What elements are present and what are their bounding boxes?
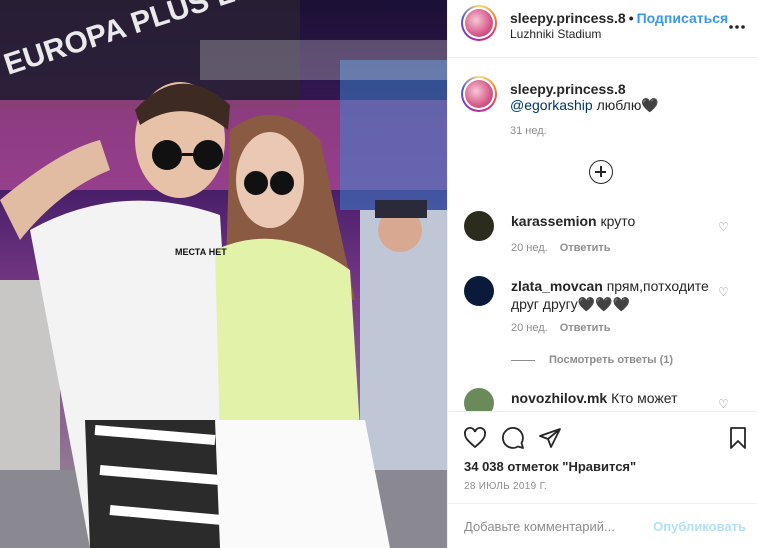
view-replies-label: Посмотреть ответы (1) xyxy=(549,354,674,366)
comment-body: zlata_movcan прям,потходите друг другу🖤🖤… xyxy=(511,277,716,313)
replies-divider xyxy=(511,359,535,361)
shirt-print: МЕСТА НЕТ xyxy=(175,247,227,257)
comment-body: karassemion круто xyxy=(511,212,716,230)
reply-button[interactable]: Ответить xyxy=(560,242,611,254)
likes-count[interactable]: 34 038 отметок "Нравится" xyxy=(464,459,636,474)
post-comment-button[interactable]: Опубликовать xyxy=(653,519,746,534)
share-icon[interactable] xyxy=(538,426,562,450)
post-date[interactable]: 28 ИЮЛЬ 2019 Г. xyxy=(464,481,547,492)
comment-body: novozhilov.mk Кто может xyxy=(511,389,716,407)
author-username[interactable]: sleepy.princess.8 xyxy=(510,10,626,26)
heart-outline-icon[interactable]: ♡ xyxy=(718,398,730,410)
reply-button[interactable]: Ответить xyxy=(560,322,611,334)
comment-text: Кто может xyxy=(611,390,678,406)
caption-username[interactable]: sleepy.princess.8 xyxy=(510,81,626,97)
view-replies-button[interactable]: Посмотреть ответы (1) xyxy=(511,354,673,366)
bookmark-icon[interactable] xyxy=(726,426,750,450)
comment-input[interactable] xyxy=(464,519,654,534)
author-avatar[interactable] xyxy=(461,5,497,41)
caption-mention[interactable]: @egorkaship xyxy=(510,97,593,113)
post-header: sleepy.princess.8 • Подписаться Luzhniki S… xyxy=(448,0,757,58)
add-comment-form: Опубликовать xyxy=(448,503,757,548)
caption-timestamp[interactable]: 31 нед. xyxy=(510,125,547,137)
caption-text: @egorkaship люблю🖤 xyxy=(510,97,659,114)
comment-meta: 20 нед. Ответить xyxy=(511,242,611,254)
heart-outline-icon[interactable]: ♡ xyxy=(718,221,730,233)
commenter-username[interactable]: karassemion xyxy=(511,213,597,229)
more-horizontal-icon[interactable] xyxy=(728,14,746,35)
post-actions: 34 038 отметок "Нравится" 28 ИЮЛЬ 2019 Г… xyxy=(448,411,757,511)
commenter-username[interactable]: zlata_movcan xyxy=(511,278,603,294)
comments-list[interactable]: sleepy.princess.8 @egorkaship люблю🖤 31 … xyxy=(448,59,757,411)
heart-icon[interactable] xyxy=(463,426,487,450)
author-line: sleepy.princess.8 • Подписаться xyxy=(510,10,728,26)
commenter-avatar[interactable] xyxy=(464,211,494,241)
heart-outline-icon[interactable]: ♡ xyxy=(718,286,730,298)
location-link[interactable]: Luzhniki Stadium xyxy=(510,27,601,41)
comment-meta: 20 нед. Ответить xyxy=(511,322,611,334)
post-photo[interactable]: МЕСТА НЕТ EUROPA PLUS LIVE xyxy=(0,0,447,548)
comment-time[interactable]: 20 нед. xyxy=(511,242,548,254)
comment-text: круто xyxy=(600,213,636,229)
commenter-avatar[interactable] xyxy=(464,276,494,306)
caption-avatar[interactable] xyxy=(461,76,497,112)
follow-button[interactable]: Подписаться xyxy=(637,10,729,26)
photo-illustration: МЕСТА НЕТ EUROPA PLUS LIVE xyxy=(0,0,447,548)
comment-time[interactable]: 20 нед. xyxy=(511,322,548,334)
separator-dot: • xyxy=(628,10,634,26)
plus-circle-icon[interactable] xyxy=(589,160,613,184)
commenter-avatar[interactable] xyxy=(464,388,494,411)
caption-body: люблю🖤 xyxy=(592,97,659,113)
commenter-username[interactable]: novozhilov.mk xyxy=(511,390,607,406)
post-sidebar: sleepy.princess.8 • Подписаться Luzhniki S… xyxy=(447,0,757,548)
comment-icon[interactable] xyxy=(501,426,525,450)
